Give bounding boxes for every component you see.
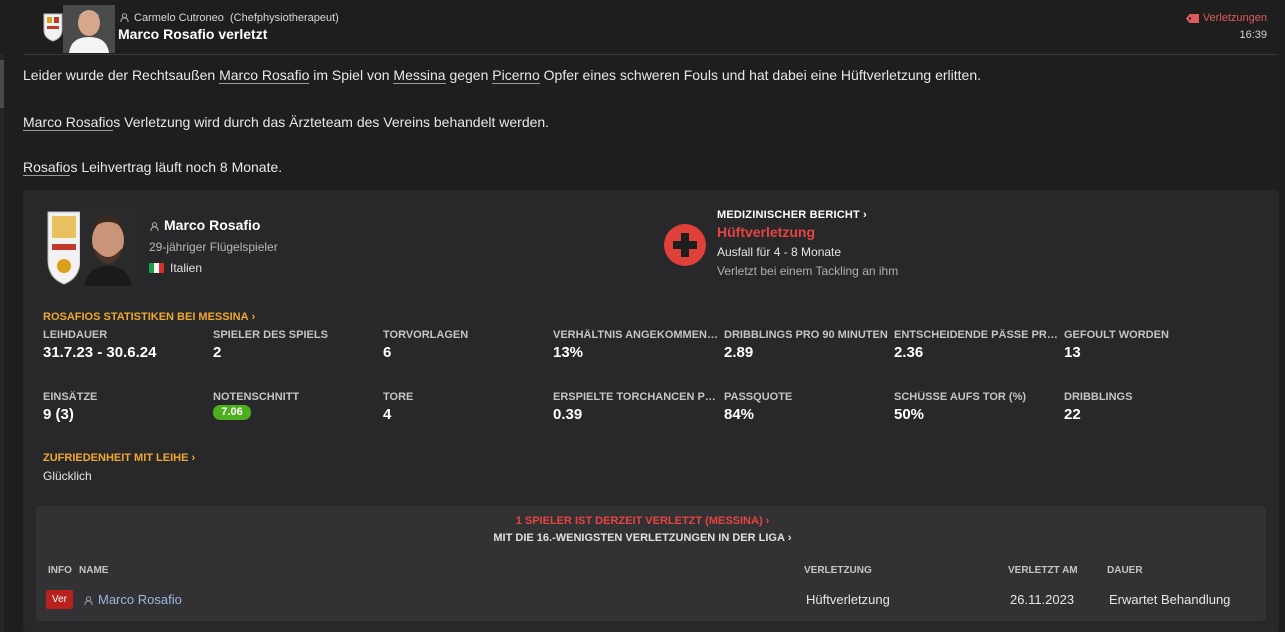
table-cell-injury: Hüftverletzung — [806, 592, 890, 607]
stat-label: GEFOULT WORDEN — [1064, 329, 1169, 341]
stat-value: 13% — [553, 344, 584, 361]
rating-badge: 7.06 — [213, 405, 251, 420]
italy-flag-icon — [149, 263, 164, 273]
column-header-date[interactable]: VERLETZT AM — [1008, 565, 1078, 576]
column-header-injury[interactable]: VERLETZUNG — [804, 565, 872, 576]
stat-value: 13 — [1064, 344, 1081, 361]
stat-label: SPIELER DES SPIELS — [213, 329, 328, 341]
scrollbar-thumb[interactable] — [0, 60, 4, 108]
header-divider — [24, 54, 1277, 55]
stat-value: 22 — [1064, 406, 1081, 423]
league-injury-rank-link[interactable]: MIT DIE 16.-WENIGSTEN VERLETZUNGEN IN DE… — [0, 532, 1285, 544]
player-description: 29-jähriger Flügelspieler — [149, 240, 278, 254]
message-paragraph-3: Rosafios Leihvertrag läuft noch 8 Monate… — [23, 159, 283, 176]
stat-value: 6 — [383, 344, 392, 361]
player-link[interactable]: Marco Rosafio — [23, 114, 114, 131]
player-link[interactable]: Rosafio — [23, 159, 71, 176]
table-cell-date: 26.11.2023 — [1010, 592, 1075, 607]
stat-label: SCHÜSSE AUFS TOR (%) — [894, 391, 1027, 403]
column-header-duration[interactable]: DAUER — [1107, 565, 1143, 576]
stat-label: EINSÄTZE — [43, 391, 98, 403]
club-link-messina[interactable]: Messina — [393, 67, 446, 84]
stat-label: VERHÄLTNIS ANGEKOMMENE... — [553, 329, 721, 341]
stat-value: 4 — [383, 406, 392, 423]
stat-value: 2.89 — [724, 344, 754, 361]
stat-value: 2 — [213, 344, 222, 361]
satisfaction-link[interactable]: ZUFRIEDENHEIT MIT LEIHE › — [43, 452, 195, 464]
player-nationality[interactable]: Italien — [149, 261, 202, 275]
message-title: Marco Rosafio verletzt — [118, 26, 268, 42]
stat-label: LEIHDAUER — [43, 329, 108, 341]
injured-count-link[interactable]: 1 SPIELER IST DERZEIT VERLETZT (MESSINA)… — [0, 515, 1285, 527]
sender-line[interactable]: Carmelo Cutroneo (Chefphysiotherapeut) — [120, 12, 339, 24]
injury-status-badge[interactable]: Ver — [46, 590, 73, 609]
sender-avatar[interactable] — [63, 5, 115, 53]
medical-cross-icon — [664, 224, 706, 266]
message-paragraph-1: Leider wurde der Rechtsaußen Marco Rosaf… — [23, 67, 982, 84]
stat-label: NOTENSCHNITT — [213, 391, 300, 403]
injury-absence: Ausfall für 4 - 8 Monate — [717, 245, 842, 259]
injuries-tag[interactable]: Verletzungen — [1185, 12, 1267, 24]
satisfaction-value: Glücklich — [43, 469, 92, 483]
column-header-name[interactable]: NAME — [79, 565, 108, 576]
player-name[interactable]: Marco Rosafio — [150, 217, 260, 233]
stat-value: 9 (3) — [43, 406, 74, 423]
stat-label: PASSQUOTE — [724, 391, 793, 403]
club-link-picerno[interactable]: Picerno — [492, 67, 540, 84]
stat-value: 31.7.23 - 30.6.24 — [43, 344, 157, 361]
stat-label: TORE — [383, 391, 414, 403]
stat-label: DRIBBLINGS PRO 90 MINUTEN — [724, 329, 888, 341]
club-crest-icon — [47, 211, 81, 285]
injury-cause: Verletzt bei einem Tackling an ihm — [717, 264, 899, 278]
medical-report-link[interactable]: MEDIZINISCHER BERICHT › — [717, 209, 867, 221]
stat-value: 50% — [894, 406, 925, 423]
tag-icon — [1185, 13, 1199, 23]
stats-section-link[interactable]: ROSAFIOS STATISTIKEN BEI MESSINA › — [43, 311, 255, 323]
person-icon — [120, 13, 129, 22]
message-time: 16:39 — [1239, 29, 1267, 41]
stat-label: TORVORLAGEN — [383, 329, 469, 341]
sender-name[interactable]: Carmelo Cutroneo — [134, 12, 224, 24]
person-icon — [84, 596, 93, 605]
stat-value: 84% — [724, 406, 755, 423]
player-avatar[interactable] — [80, 208, 136, 286]
tag-label[interactable]: Verletzungen — [1203, 12, 1267, 24]
injury-name: Hüftverletzung — [717, 224, 815, 240]
person-icon — [150, 222, 159, 231]
club-crest-icon — [43, 13, 63, 42]
stat-label: ERSPIELTE TORCHANCEN PRO... — [553, 391, 721, 403]
table-cell-duration: Erwartet Behandlung — [1109, 592, 1231, 607]
column-header-info[interactable]: INFO — [48, 565, 72, 576]
sender-role: (Chefphysiotherapeut) — [230, 12, 339, 24]
player-link[interactable]: Marco Rosafio — [219, 67, 310, 84]
stat-label: ENTSCHEIDENDE PÄSSE PRO... — [894, 329, 1062, 341]
stat-label: DRIBBLINGS — [1064, 391, 1133, 403]
message-paragraph-2: Marco Rosafios Verletzung wird durch das… — [23, 114, 550, 131]
stat-value: 0.39 — [553, 406, 583, 423]
table-row-name[interactable]: Marco Rosafio — [84, 592, 182, 607]
stat-value: 2.36 — [894, 344, 924, 361]
